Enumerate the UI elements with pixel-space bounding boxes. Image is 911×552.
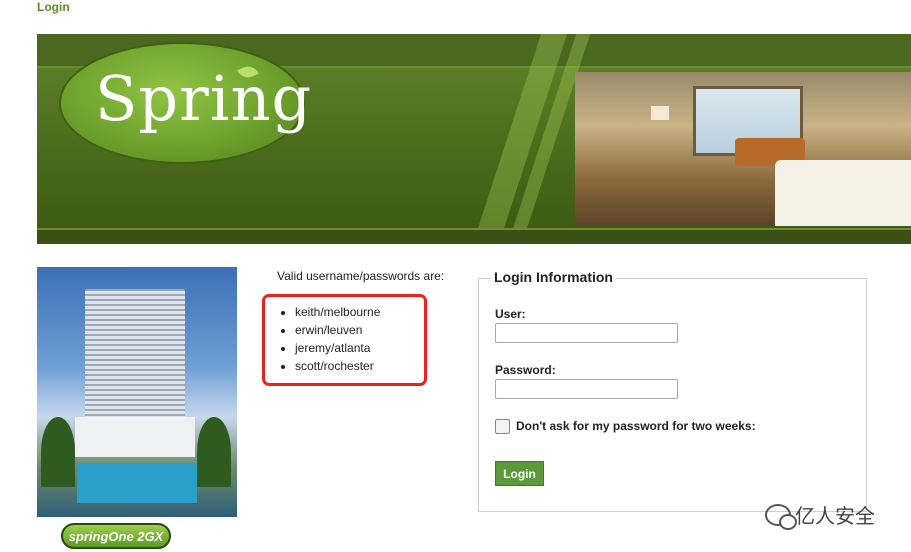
password-input[interactable] — [495, 379, 678, 399]
banner-bottom-bar — [37, 228, 911, 244]
spring-banner: Spring — [37, 34, 911, 244]
credential-item: scott/rochester — [295, 359, 380, 377]
remember-me-label: Don't ask for my password for two weeks: — [516, 419, 756, 433]
tower-base — [75, 417, 195, 457]
pool — [77, 463, 197, 503]
watermark: 亿人安全 — [765, 500, 875, 530]
credential-item: erwin/leuven — [295, 323, 380, 341]
login-button[interactable]: Login — [495, 461, 544, 486]
credentials-title: Valid username/passwords are: — [277, 269, 445, 283]
hotel-room-image — [575, 72, 911, 226]
password-label: Password: — [495, 363, 556, 377]
user-input[interactable] — [495, 323, 678, 343]
user-label: User: — [495, 307, 526, 321]
palm-tree — [197, 417, 231, 487]
credential-item: keith/melbourne — [295, 305, 380, 323]
remember-me-checkbox[interactable] — [495, 419, 510, 434]
credential-item: jeremy/atlanta — [295, 341, 380, 359]
hotel-building-photo — [37, 267, 237, 517]
credentials-list: keith/melbourne erwin/leuven jeremy/atla… — [282, 305, 380, 377]
top-login-link[interactable]: Login — [37, 0, 70, 14]
room-bed — [775, 160, 911, 226]
palm-tree — [41, 417, 75, 487]
spring-logo-text: Spring — [95, 62, 313, 135]
watermark-text: 亿人安全 — [795, 506, 875, 528]
springone-badge: springOne 2GX — [61, 523, 171, 549]
room-lamp — [651, 106, 669, 120]
login-legend: Login Information — [491, 269, 616, 285]
wechat-icon — [765, 503, 797, 530]
